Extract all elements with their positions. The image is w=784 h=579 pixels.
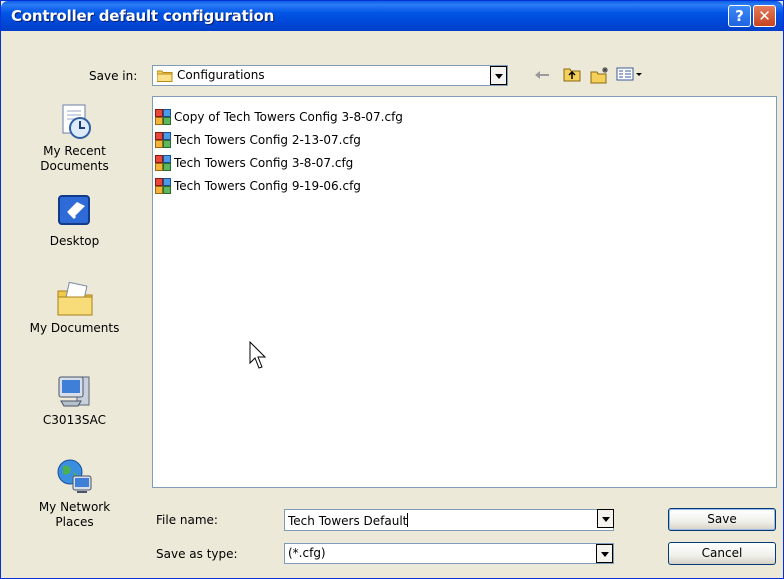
recent-documents-icon	[55, 102, 95, 142]
place-label: Desktop	[49, 234, 100, 248]
desktop-icon	[55, 192, 95, 232]
file-name: Tech Towers Config 9-19-06.cfg	[174, 179, 361, 193]
place-label: My Network	[38, 500, 111, 514]
place-desktop[interactable]: Desktop	[3, 192, 146, 249]
place-label: My Documents	[29, 321, 120, 335]
file-name: Tech Towers Config 2-13-07.cfg	[174, 133, 361, 147]
place-network-places[interactable]: My Network Places	[3, 458, 146, 530]
places-bar: My Recent Documents Desktop My Documents…	[3, 96, 146, 576]
save-dialog: Controller default configuration ? ✕ Sav…	[0, 0, 784, 579]
cfg-file-icon	[155, 109, 171, 125]
file-name: Tech Towers Config 3-8-07.cfg	[174, 156, 354, 170]
place-label: Places	[55, 515, 94, 529]
help-button[interactable]: ?	[728, 5, 751, 27]
mouse-cursor-icon	[249, 340, 269, 371]
text-caret	[407, 513, 409, 527]
cfg-file-icon	[155, 132, 171, 148]
window-title: Controller default configuration	[11, 7, 275, 25]
chevron-down-icon[interactable]	[597, 509, 614, 528]
place-recent-documents[interactable]: My Recent Documents	[3, 102, 146, 174]
place-label: My Recent	[43, 144, 106, 158]
title-bar[interactable]: Controller default configuration ? ✕	[1, 1, 783, 31]
cancel-button[interactable]: Cancel	[668, 542, 776, 565]
save-as-type-label: Save as type:	[156, 547, 238, 561]
up-folder-icon[interactable]	[561, 66, 583, 86]
save-button[interactable]: Save	[668, 508, 776, 531]
place-my-computer[interactable]: C3013SAC	[3, 371, 146, 428]
my-documents-icon	[55, 279, 95, 319]
save-in-dropdown[interactable]: Configurations	[152, 65, 508, 86]
folder-icon	[156, 69, 173, 82]
chevron-down-icon[interactable]	[490, 66, 507, 85]
file-name-label: File name:	[156, 513, 218, 527]
cfg-file-icon	[155, 155, 171, 171]
file-list[interactable]: Copy of Tech Towers Config 3-8-07.cfg Te…	[152, 96, 777, 488]
save-as-type-value: (*.cfg)	[288, 546, 326, 560]
place-label: C3013SAC	[42, 413, 107, 427]
views-menu-icon[interactable]	[615, 66, 645, 86]
file-name-field[interactable]: Tech Towers Default	[284, 509, 614, 531]
close-button[interactable]: ✕	[753, 5, 776, 27]
save-in-value: Configurations	[177, 68, 265, 82]
place-my-documents[interactable]: My Documents	[3, 279, 146, 336]
chevron-down-icon[interactable]	[596, 544, 613, 563]
new-folder-icon[interactable]	[589, 66, 611, 86]
network-places-icon	[55, 458, 95, 498]
file-name-dropdown[interactable]	[595, 509, 614, 531]
place-label: Documents	[40, 159, 109, 173]
cfg-file-icon	[155, 178, 171, 194]
file-name-value: Tech Towers Default	[288, 514, 408, 528]
save-as-type-dropdown[interactable]: (*.cfg)	[284, 543, 614, 564]
back-icon[interactable]	[531, 66, 553, 86]
save-in-label: Save in:	[89, 69, 138, 83]
file-name: Copy of Tech Towers Config 3-8-07.cfg	[174, 110, 403, 124]
my-computer-icon	[55, 371, 95, 411]
